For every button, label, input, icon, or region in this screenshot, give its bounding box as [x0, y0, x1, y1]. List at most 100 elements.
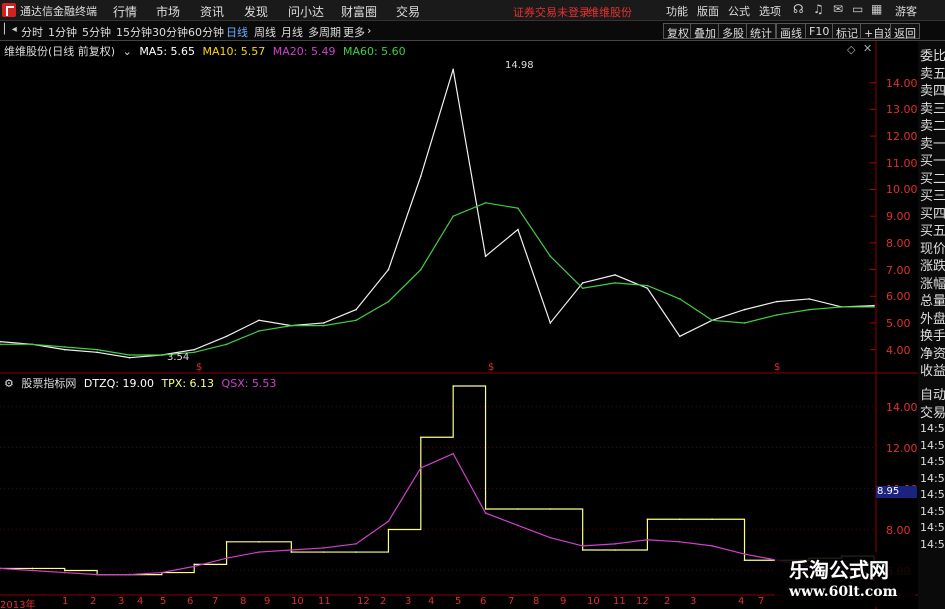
- x-tick-label: 7: [758, 596, 765, 607]
- sidebar-quote-field[interactable]: 换手: [920, 325, 945, 344]
- chevron-right-icon[interactable]: ›: [367, 24, 371, 37]
- data-point-ma60: [517, 207, 519, 209]
- period-monthly[interactable]: 月线: [281, 24, 303, 40]
- data-point-ma5: [322, 322, 325, 324]
- sidebar-quote-field[interactable]: 涨跌: [920, 255, 945, 274]
- app-logo-icon: [2, 3, 16, 17]
- data-point-qsx: [322, 547, 325, 549]
- data-point-tpx: [355, 551, 357, 553]
- headset-icon[interactable]: ☊: [793, 2, 804, 16]
- login-status[interactable]: 证券交易未登录: [513, 4, 590, 20]
- indicator-title: 股票指标网: [21, 377, 77, 390]
- data-point-qsx: [225, 557, 228, 559]
- x-tick-label: 7: [212, 596, 219, 607]
- chevron-down-icon[interactable]: ⌄: [123, 45, 132, 58]
- sidebar-quote-field[interactable]: 卖四: [920, 80, 945, 99]
- menu-news[interactable]: 资讯: [200, 3, 224, 20]
- period-60min[interactable]: 60分钟: [188, 24, 224, 40]
- back-button[interactable]: 返回: [890, 23, 920, 40]
- grid-icon[interactable]: ▦: [871, 2, 882, 16]
- period-1min[interactable]: 1分钟: [48, 24, 77, 40]
- mail-icon[interactable]: ✉: [833, 2, 843, 16]
- y-tick-label: 12.00: [886, 441, 918, 455]
- ma-legend: 维维股份(日线 前复权) ⌄ MA5: 5.65 MA10: 5.57 MA20…: [4, 43, 410, 59]
- sidebar-quote-field[interactable]: 收益: [920, 360, 945, 379]
- ma20-label: MA20: 5.49: [272, 45, 336, 58]
- data-point-ma5: [225, 335, 228, 338]
- sidebar-quote-field[interactable]: 卖五: [920, 63, 945, 82]
- sidebar-quote-field[interactable]: 卖三: [920, 98, 945, 117]
- sidebar-quote-field[interactable]: 卖一: [920, 133, 945, 152]
- sidebar-trade-field[interactable]: 交易: [920, 402, 945, 421]
- data-point-tpx: [452, 385, 454, 387]
- draw-line-button[interactable]: 画线: [776, 23, 806, 40]
- sidebar-quote-field[interactable]: 买五: [920, 220, 945, 239]
- sidebar-quote-field[interactable]: 买四: [920, 203, 945, 222]
- data-point-ma5: [355, 308, 357, 311]
- sidebar-quote-field[interactable]: 卖二: [920, 115, 945, 134]
- sidebar-quote-field[interactable]: 涨幅: [920, 273, 945, 292]
- sidebar-time: 14:56: [920, 488, 945, 501]
- sidebar-quote-field[interactable]: 净资: [920, 343, 945, 362]
- menu-assistant[interactable]: 问小达: [288, 3, 324, 20]
- period-intraday[interactable]: 分时: [21, 24, 43, 40]
- indicator-legend: ⚙ 股票指标网 DTZQ: 19.00 TPX: 6.13 QSX: 5.53: [4, 375, 280, 391]
- period-weekly[interactable]: 周线: [254, 24, 276, 40]
- overlay-button[interactable]: 叠加: [690, 23, 720, 40]
- sidebar-quote-field[interactable]: 买一: [920, 150, 945, 169]
- sidebar-quote-field[interactable]: 买二: [920, 168, 945, 187]
- data-point-tpx: [193, 563, 196, 566]
- menu-quotes[interactable]: 行情: [113, 3, 137, 20]
- menu-discover[interactable]: 发现: [244, 3, 268, 20]
- period-more[interactable]: 更多: [343, 24, 365, 40]
- settings-diamond-icon[interactable]: ◇: [847, 43, 855, 56]
- kline-chart-area[interactable]: [0, 41, 918, 609]
- sidebar-quote-field[interactable]: 买三: [920, 185, 945, 204]
- menu-trade[interactable]: 交易: [396, 3, 420, 20]
- data-point-ma5: [549, 322, 552, 324]
- menu-formula[interactable]: 公式: [728, 3, 750, 19]
- user-label[interactable]: 游客: [895, 3, 917, 19]
- data-point-ma5: [193, 348, 196, 351]
- sidebar-quote-field[interactable]: 委比: [920, 45, 945, 64]
- period-5min[interactable]: 5分钟: [82, 24, 111, 40]
- sidebar-quote-field[interactable]: 外盘: [920, 308, 945, 327]
- period-multi[interactable]: 多周期: [308, 24, 341, 40]
- collapse-icon[interactable]: ▏◂: [4, 24, 17, 35]
- x-tick-label: 4: [738, 596, 745, 607]
- multi-stock-button[interactable]: 多股: [718, 23, 748, 40]
- menu-options[interactable]: 选项: [759, 3, 781, 19]
- ma60-label: MA60: 5.60: [342, 45, 406, 58]
- data-point-qsx: [743, 553, 746, 555]
- bell-icon[interactable]: ♫: [813, 2, 824, 16]
- x-tick-label: 2: [664, 596, 671, 607]
- y-tick-label: 13.00: [886, 103, 918, 117]
- settings-icon[interactable]: ⚙: [4, 377, 14, 390]
- period-15min[interactable]: 15分钟: [116, 24, 152, 40]
- menu-layout[interactable]: 版面: [697, 3, 719, 19]
- x-tick-label: 10: [291, 596, 304, 607]
- sidebar-quote-field[interactable]: 总量: [920, 290, 945, 309]
- close-icon[interactable]: ✕: [863, 42, 872, 55]
- menu-functions[interactable]: 功能: [666, 3, 688, 19]
- data-point-qsx: [355, 543, 357, 545]
- x-tick-label: 6: [187, 596, 194, 607]
- mark-button[interactable]: 标记: [832, 23, 862, 40]
- sidebar-trade-field[interactable]: 自动: [920, 384, 945, 403]
- x-tick-label: 12: [357, 596, 370, 607]
- period-daily[interactable]: 日线: [226, 24, 248, 40]
- menu-wealth[interactable]: 财富圈: [341, 3, 377, 20]
- watermark: 乐淘公式网 www.60lt.com: [775, 552, 915, 607]
- y-tick-label: 12.00: [886, 130, 918, 144]
- data-point-qsx: [387, 520, 390, 523]
- period-toolbar: ▏◂ 分时 1分钟 5分钟 15分钟 30分钟 60分钟 日线 周线 月线 多周…: [0, 21, 945, 41]
- adjust-button[interactable]: 复权: [663, 23, 693, 40]
- period-30min[interactable]: 30分钟: [152, 24, 188, 40]
- monitor-icon[interactable]: ▭: [852, 2, 863, 16]
- stats-button[interactable]: 统计: [746, 23, 776, 40]
- data-point-ma60: [614, 282, 616, 284]
- sidebar-quote-field[interactable]: 现价: [920, 238, 945, 257]
- data-point-tpx: [225, 541, 228, 543]
- f10-button[interactable]: F10: [805, 23, 834, 39]
- menu-market[interactable]: 市场: [156, 3, 180, 20]
